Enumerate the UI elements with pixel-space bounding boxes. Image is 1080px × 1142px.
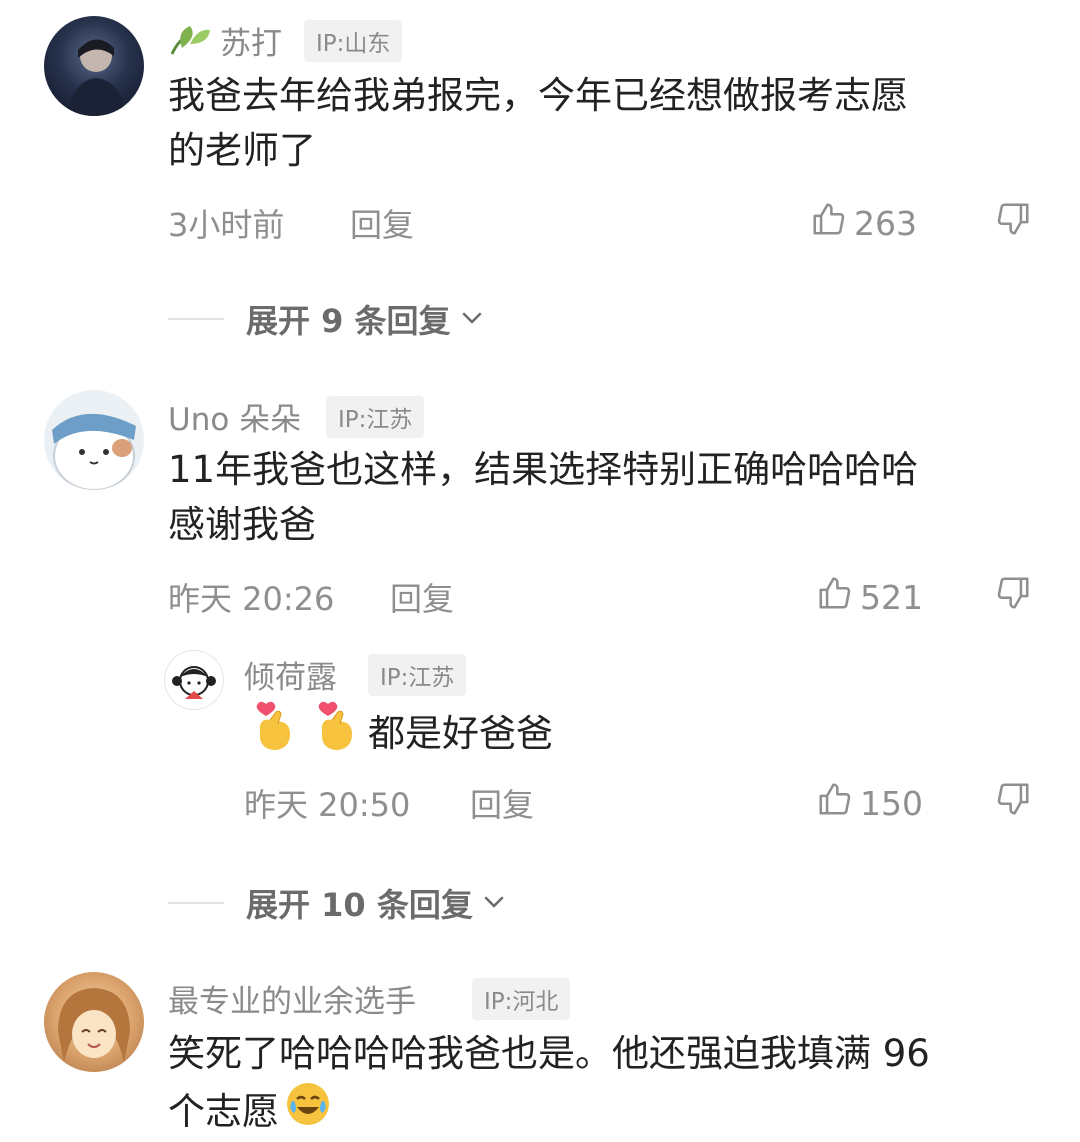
reply-button[interactable]: 回复 (470, 780, 534, 826)
like-button[interactable]: 521 (816, 574, 923, 620)
chevron-down-icon (479, 886, 509, 920)
reply-text-content: 都是好爸爸 (368, 712, 553, 755)
thumbs-up-icon (810, 200, 848, 246)
reply-text: 都是好爸爸 (252, 700, 553, 767)
like-count: 263 (854, 203, 917, 243)
like-count: 150 (860, 783, 923, 823)
timestamp: 昨天 20:50 (244, 786, 411, 824)
thumbs-down-icon[interactable] (994, 200, 1032, 242)
username[interactable]: 倾荷露 (244, 652, 337, 697)
expand-replies-button[interactable]: 展开 9 条回复 (168, 296, 487, 342)
username[interactable]: 最专业的业余选手 (168, 976, 416, 1021)
like-button[interactable]: 150 (816, 780, 923, 826)
ip-location-badge: IP:江苏 (368, 654, 467, 696)
sub-reply-item: 倾荷露 IP:江苏 都是好爸爸 昨天 20:50 回复 150 (0, 640, 1080, 840)
comment-text: 11年我爸也这样，结果选择特别正确哈哈哈哈 感谢我爸 (168, 448, 919, 546)
comment-item: Uno 朵朵 IP:江苏 11年我爸也这样，结果选择特别正确哈哈哈哈 感谢我爸 … (0, 370, 1080, 950)
like-count: 521 (860, 577, 923, 617)
expand-replies-label: 展开 9 条回复 (246, 302, 451, 340)
avatar[interactable] (44, 16, 144, 116)
reply-button[interactable]: 回复 (350, 200, 414, 246)
like-button[interactable]: 263 (810, 200, 917, 246)
crying-laughing-emoji-icon (285, 1081, 331, 1142)
chevron-down-icon (457, 302, 487, 336)
finger-heart-emoji-icon (252, 700, 296, 767)
comment-item: 苏打 IP:山东 我爸去年给我弟报完，今年已经想做报考志愿 的老师了 3小时前 … (0, 0, 1080, 360)
username[interactable]: 苏打 (220, 18, 282, 63)
avatar[interactable] (44, 390, 144, 490)
avatar[interactable] (164, 650, 224, 710)
timestamp: 3小时前 (168, 206, 285, 244)
finger-heart-emoji-icon (314, 700, 358, 767)
thumbs-down-icon[interactable] (994, 780, 1032, 822)
divider (168, 318, 224, 320)
reply-button[interactable]: 回复 (390, 574, 454, 620)
thumbs-down-icon[interactable] (994, 574, 1032, 616)
leaf-icon (168, 22, 212, 62)
ip-location-badge: IP:河北 (472, 978, 571, 1020)
comment-item: 最专业的业余选手 IP:河北 笑死了哈哈哈哈我爸也是。他还强迫我填满 96 个志… (0, 960, 1080, 1139)
divider (168, 902, 224, 904)
ip-location-badge: IP:山东 (304, 20, 403, 62)
avatar[interactable] (44, 972, 144, 1072)
expand-replies-label: 展开 10 条回复 (246, 886, 473, 924)
username[interactable]: Uno 朵朵 (168, 394, 301, 439)
ip-location-badge: IP:江苏 (326, 396, 425, 438)
thumbs-up-icon (816, 780, 854, 826)
thumbs-up-icon (816, 574, 854, 620)
timestamp: 昨天 20:26 (168, 580, 335, 618)
comment-text: 笑死了哈哈哈哈我爸也是。他还强迫我填满 96 个志愿 (168, 1026, 1058, 1142)
expand-replies-button[interactable]: 展开 10 条回复 (168, 880, 509, 926)
comment-text: 我爸去年给我弟报完，今年已经想做报考志愿 的老师了 (168, 74, 908, 172)
